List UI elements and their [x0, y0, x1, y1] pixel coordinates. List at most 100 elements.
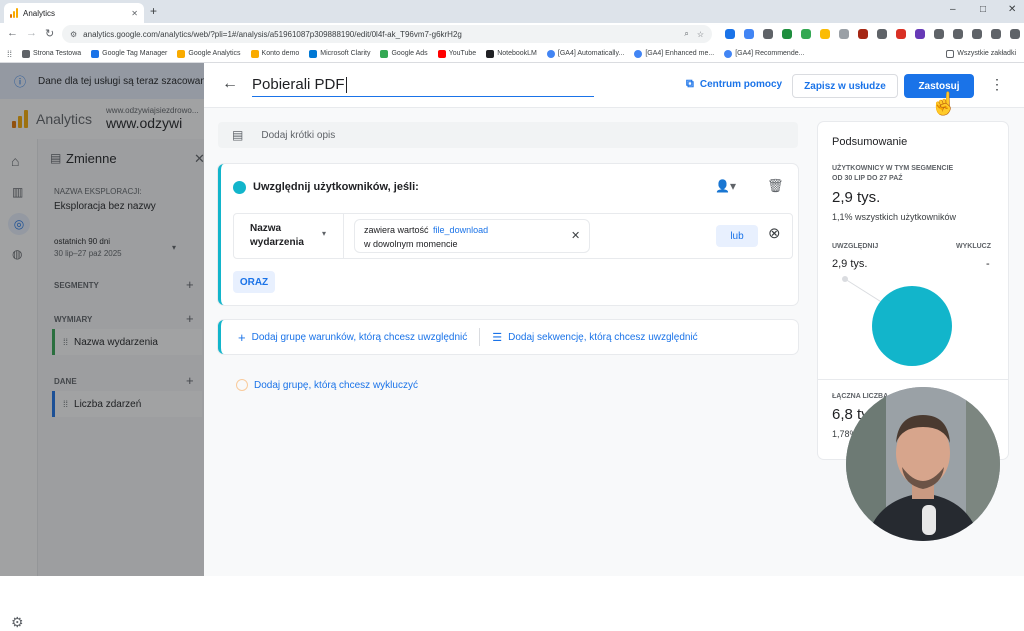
bookmark-ga4-enhanced[interactable]: [GA4] Enhanced me...: [634, 49, 714, 58]
reload-icon[interactable]: ↻: [45, 27, 54, 40]
bookmark-konto-demo[interactable]: Konto demo: [250, 49, 299, 58]
add-sequence-label: Dodaj sekwencję, którą chcesz uwzględnić: [508, 331, 698, 343]
condition-operator: zawiera wartość: [364, 225, 429, 235]
bookmark-google-ads[interactable]: Google Ads: [380, 49, 428, 58]
bookmark-ga4-recommended[interactable]: [GA4] Recommende...: [724, 49, 804, 58]
or-button[interactable]: lub: [716, 225, 758, 247]
extension-star-icon[interactable]: [820, 29, 830, 39]
all-bookmarks-button[interactable]: Wszystkie zakładki: [946, 49, 1016, 58]
bookmark-notebooklm[interactable]: NotebookLM: [486, 49, 537, 58]
save-to-property-button[interactable]: Zapisz w usłudze: [792, 74, 898, 98]
open-external-icon: ⧉: [686, 78, 694, 90]
exclude-marker: [842, 276, 848, 282]
more-options-icon[interactable]: ⋮: [990, 76, 1004, 93]
extension-badge-icon[interactable]: [801, 29, 811, 39]
remove-condition-icon[interactable]: ⊗: [768, 226, 781, 241]
divider: [479, 328, 481, 346]
extension-tag-icon[interactable]: [744, 29, 754, 39]
extension-tag2-icon[interactable]: [877, 29, 887, 39]
text-cursor: [345, 76, 347, 93]
side-panel-icon[interactable]: [1010, 29, 1020, 39]
user-scope-icon[interactable]: 👤▾: [715, 179, 736, 193]
bookmark-star-icon[interactable]: ☆: [697, 30, 704, 39]
exclude-value: -: [986, 258, 990, 270]
url-text: analytics.google.com/analytics/web/?pli=…: [83, 29, 462, 39]
condition-dimension-select[interactable]: Nazwa wydarzenia ▾: [234, 214, 344, 258]
browser-tab-analytics[interactable]: Analytics ✕: [4, 3, 144, 23]
extension-search-icon[interactable]: [934, 29, 944, 39]
extension-circle-icon[interactable]: [858, 29, 868, 39]
include-condition-group: Uwzględnij użytkowników, jeśli: 👤▾ 🗑 Naz…: [218, 164, 798, 305]
add-exclude-group-label: Dodaj grupę, którą chcesz wykluczyć: [254, 379, 418, 391]
extension-record-icon[interactable]: [896, 29, 906, 39]
condition-row: Nazwa wydarzenia ▾ zawiera wartość file_…: [233, 213, 793, 259]
bookmark-youtube[interactable]: YouTube: [437, 49, 476, 58]
add-include-group-label: Dodaj grupę warunków, którą chcesz uwzgl…: [251, 331, 468, 343]
extension-filter-icon[interactable]: [725, 29, 735, 39]
segment-builder-panel: ← Pobierali PDF ⧉ Centrum pomocy Zapisz …: [204, 63, 1024, 576]
google-icon: [634, 49, 643, 58]
description-placeholder: Dodaj krótki opis: [261, 129, 336, 141]
condition-value: file_download: [433, 225, 489, 235]
description-icon: ▤: [232, 128, 244, 142]
zoom-icon[interactable]: ⌕: [684, 29, 688, 39]
users-share: 1,1% wszystkich użytkowników: [832, 212, 957, 222]
description-input[interactable]: ▤ Dodaj krótki opis: [218, 122, 798, 148]
condition-dimension-line2: wydarzenia: [250, 237, 304, 248]
presenter-webcam-bubble: [846, 387, 1000, 541]
extensions-toolbar: ⋮: [725, 29, 1024, 39]
site-info-icon[interactable]: ⚙: [70, 30, 77, 39]
back-arrow-icon[interactable]: ←: [222, 75, 238, 93]
extensions-puzzle-icon[interactable]: [991, 29, 1001, 39]
address-bar-row: ← → ↻ ⚙ analytics.google.com/analytics/w…: [0, 23, 1024, 45]
folder-icon: [946, 49, 955, 58]
include-pie-slice: [872, 286, 952, 366]
extension-purple-icon[interactable]: [915, 29, 925, 39]
browser-tab-bar: Analytics ✕ + – □ ✕: [0, 0, 1024, 23]
globe-icon: [22, 49, 31, 58]
chevron-down-icon: ▾: [322, 229, 327, 238]
bookmark-ga4-automatically[interactable]: [GA4] Automatically...: [546, 49, 624, 58]
segment-name-text: Pobierali PDF: [252, 76, 345, 93]
extension-code-icon[interactable]: [953, 29, 963, 39]
help-center-link[interactable]: ⧉ Centrum pomocy: [686, 78, 782, 91]
segment-name-input[interactable]: Pobierali PDF: [252, 73, 594, 97]
bookmark-microsoft-clarity[interactable]: Microsoft Clarity: [309, 49, 370, 58]
back-arrow-icon[interactable]: ←: [7, 27, 18, 39]
modal-scrim[interactable]: [0, 63, 204, 576]
bookmark-strona-testowa[interactable]: Strona Testowa: [22, 49, 81, 58]
segment-builder-header: ← Pobierali PDF ⧉ Centrum pomocy Zapisz …: [204, 63, 1024, 115]
add-sequence-button[interactable]: ☰ Dodaj sekwencję, którą chcesz uwzględn…: [492, 331, 697, 344]
include-label: UWZGLĘDNIJ: [832, 243, 879, 250]
forward-arrow-icon[interactable]: →: [26, 27, 37, 39]
delete-group-icon[interactable]: 🗑: [767, 178, 784, 194]
gtm-icon: [91, 49, 100, 58]
settings-gear-icon[interactable]: ⚙: [11, 614, 24, 631]
users-label-line1: UŻYTKOWNICY W TYM SEGMENCIE: [832, 165, 954, 172]
and-button[interactable]: ORAZ: [233, 271, 275, 293]
add-exclude-group-button[interactable]: Dodaj grupę, którą chcesz wykluczyć: [236, 379, 418, 391]
bookmark-google-analytics[interactable]: Google Analytics: [177, 49, 241, 58]
presenter-video-image: [846, 387, 1000, 541]
close-window-button[interactable]: ✕: [1008, 4, 1016, 15]
condition-dimension-line1: Nazwa: [250, 223, 282, 234]
apps-grid-icon[interactable]: ⁞⁞: [7, 49, 12, 59]
ads-icon: [380, 49, 389, 58]
extension-camera-icon[interactable]: [972, 29, 982, 39]
tab-close-icon[interactable]: ✕: [131, 9, 138, 18]
new-tab-button[interactable]: +: [150, 4, 157, 18]
extension-layout-icon[interactable]: [763, 29, 773, 39]
extension-shield-icon[interactable]: [782, 29, 792, 39]
clear-filter-icon[interactable]: ✕: [571, 229, 580, 242]
add-group-row: + Dodaj grupę warunków, którą chcesz uwz…: [218, 320, 798, 354]
exclude-label: WYKLUCZ: [956, 243, 991, 250]
minimize-button[interactable]: –: [950, 4, 956, 15]
youtube-icon: [437, 49, 446, 58]
maximize-button[interactable]: □: [980, 4, 986, 15]
condition-filter-chip[interactable]: zawiera wartość file_download w dowolnym…: [354, 219, 590, 253]
add-include-group-button[interactable]: + Dodaj grupę warunków, którą chcesz uwz…: [238, 330, 467, 345]
extension-link-icon[interactable]: [839, 29, 849, 39]
url-input[interactable]: ⚙ analytics.google.com/analytics/web/?pl…: [62, 25, 712, 43]
bookmark-google-tag-manager[interactable]: Google Tag Manager: [91, 49, 167, 58]
condition-time: w dowolnym momencie: [364, 239, 458, 249]
